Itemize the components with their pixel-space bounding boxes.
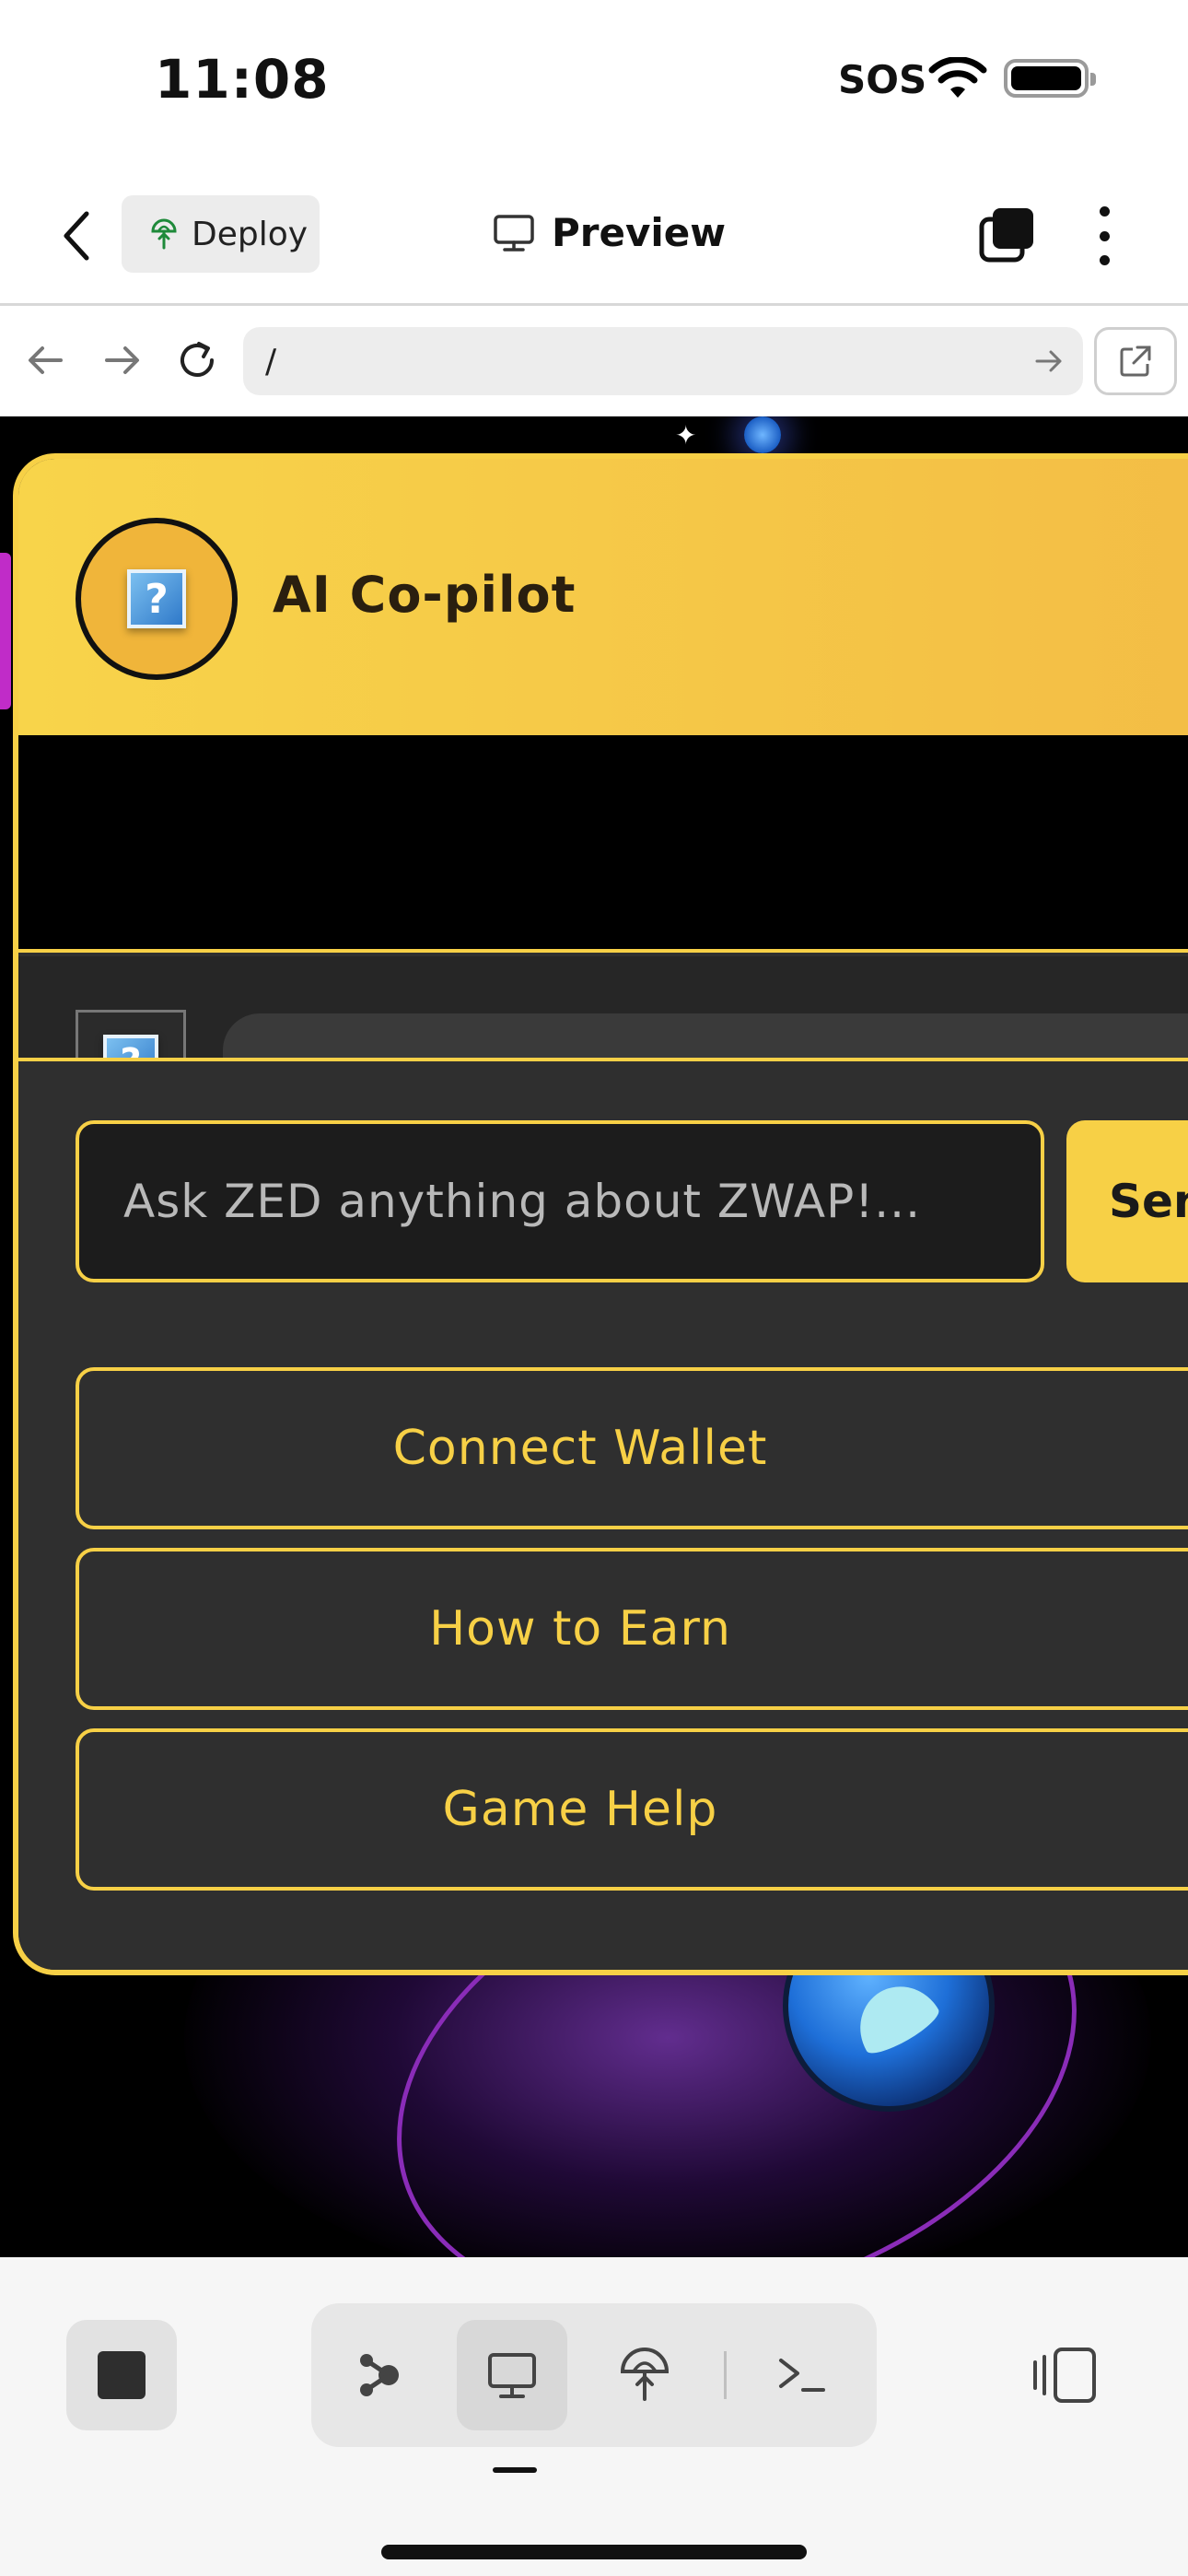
go-arrow-icon[interactable] bbox=[1033, 345, 1065, 377]
stop-icon bbox=[98, 2351, 146, 2399]
url-text: / bbox=[265, 342, 277, 381]
status-bar: 11:08 SOS bbox=[0, 0, 1188, 166]
active-tab-indicator bbox=[493, 2467, 537, 2473]
chat-title: AI Co-pilot bbox=[273, 566, 577, 624]
bot-avatar: ? bbox=[76, 518, 238, 680]
tool-console[interactable] bbox=[746, 2320, 856, 2430]
chat-header: ? AI Co-pilot bbox=[18, 459, 1188, 735]
tool-deploy[interactable] bbox=[589, 2320, 700, 2430]
message-bubble bbox=[223, 1013, 1188, 1058]
question-mark-icon: ? bbox=[103, 1035, 158, 1058]
send-button[interactable]: Send bbox=[1066, 1120, 1188, 1282]
deploy-label: Deploy bbox=[192, 215, 309, 253]
home-indicator[interactable] bbox=[381, 2545, 807, 2559]
battery-icon bbox=[1004, 59, 1096, 98]
nodes-icon bbox=[360, 2354, 399, 2396]
monitor-icon bbox=[494, 214, 534, 252]
preview-viewport: ✦ ? AI Co-pilot ? Ask ZED anything about… bbox=[0, 416, 1188, 2257]
back-icon[interactable] bbox=[53, 206, 99, 265]
deploy-button[interactable]: Deploy bbox=[122, 195, 320, 273]
open-external-button[interactable] bbox=[1094, 327, 1177, 395]
message-avatar: ? bbox=[76, 1010, 186, 1058]
external-link-icon bbox=[1120, 345, 1151, 377]
deploy-icon bbox=[620, 2348, 670, 2401]
deploy-icon bbox=[151, 218, 177, 250]
input-area: Ask ZED anything about ZWAP!... Send Con… bbox=[18, 1058, 1188, 1970]
bottom-toolbar bbox=[0, 2257, 1188, 2576]
connect-wallet-label: Connect Wallet bbox=[392, 1421, 768, 1476]
split-view-icon[interactable] bbox=[1030, 2346, 1100, 2405]
preview-title-text: Preview bbox=[552, 210, 727, 255]
browser-bar: / bbox=[0, 309, 1188, 416]
terminal-icon bbox=[779, 2359, 825, 2392]
how-to-earn-button[interactable]: How to Earn bbox=[76, 1548, 1188, 1710]
chat-input-placeholder: Ask ZED anything about ZWAP!... bbox=[123, 1175, 921, 1228]
question-mark-icon: ? bbox=[127, 569, 186, 628]
monitor-icon bbox=[488, 2353, 536, 2398]
wifi-icon bbox=[928, 57, 987, 98]
tool-agent[interactable] bbox=[324, 2320, 435, 2430]
more-options-icon[interactable] bbox=[1090, 206, 1118, 265]
game-help-label: Game Help bbox=[442, 1782, 718, 1837]
top-orb bbox=[744, 416, 781, 453]
tool-group bbox=[311, 2303, 877, 2447]
connect-wallet-button[interactable]: Connect Wallet bbox=[76, 1367, 1188, 1529]
app-header: Deploy Preview bbox=[0, 166, 1188, 306]
chat-input[interactable]: Ask ZED anything about ZWAP!... bbox=[76, 1120, 1044, 1282]
send-label: Send bbox=[1109, 1175, 1188, 1228]
tool-divider bbox=[724, 2351, 727, 2399]
preview-title: Preview bbox=[493, 210, 726, 255]
sparkle-icon: ✦ bbox=[675, 420, 697, 451]
browser-back-icon[interactable] bbox=[24, 338, 68, 382]
chat-panel: ? AI Co-pilot ? Ask ZED anything about Z… bbox=[13, 453, 1188, 1975]
status-time: 11:08 bbox=[155, 48, 330, 111]
how-to-earn-label: How to Earn bbox=[429, 1601, 731, 1657]
side-accent bbox=[0, 553, 11, 709]
browser-forward-icon[interactable] bbox=[99, 338, 144, 382]
tool-preview[interactable] bbox=[457, 2320, 567, 2430]
messages-area bbox=[18, 735, 1188, 953]
reload-icon[interactable] bbox=[175, 338, 219, 382]
tabs-icon[interactable] bbox=[978, 206, 1035, 263]
status-sos: SOS bbox=[838, 57, 927, 102]
message-row: ? bbox=[18, 956, 1188, 1058]
stop-button[interactable] bbox=[66, 2320, 177, 2430]
game-help-button[interactable]: Game Help bbox=[76, 1728, 1188, 1891]
url-field[interactable]: / bbox=[243, 327, 1083, 395]
